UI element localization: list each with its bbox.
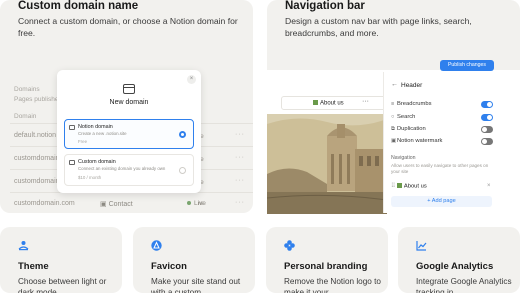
- card-description: Design a custom nav bar with page links,…: [285, 16, 472, 38]
- branding-icon: [284, 240, 295, 251]
- watermark-toggle[interactable]: [481, 138, 493, 145]
- navigation-section-description: Allow users to easily navigate to other …: [391, 163, 489, 174]
- domain-column-header: Domain: [14, 113, 37, 120]
- feature-card-favicon: Favicon Make your site stand out with a …: [133, 227, 255, 293]
- domain-row[interactable]: customdomain.com: [14, 200, 75, 207]
- feature-card-theme: Theme Choose between light or dark mode: [0, 227, 122, 293]
- close-icon[interactable]: ×: [187, 75, 196, 84]
- notion-domain-option[interactable]: Notion domain Create a new .notion.site …: [64, 119, 194, 149]
- live-dot-icon: [187, 201, 191, 206]
- option-price: $10 / month: [78, 175, 102, 180]
- domain-row[interactable]: default.notion: [14, 132, 56, 139]
- more-icon[interactable]: ···: [235, 131, 245, 138]
- venice-painting-image: [267, 114, 387, 214]
- radio-unselected[interactable]: [179, 167, 186, 174]
- feature-title: Favicon: [151, 261, 187, 272]
- feature-card-personal-branding: Personal branding Remove the Notion logo…: [266, 227, 388, 293]
- duplication-toggle[interactable]: [481, 126, 493, 133]
- nav-link-label: About us: [320, 100, 344, 107]
- more-icon[interactable]: ···: [362, 98, 369, 105]
- link-icon: [69, 160, 75, 165]
- feature-description: Remove the Notion logo to make it your: [284, 277, 381, 293]
- custom-domain-option[interactable]: Custom domain Connect an existing domain…: [64, 154, 194, 186]
- toggle-row-watermark: ▣Notion watermark: [391, 138, 442, 144]
- back-arrow-icon[interactable]: ←: [391, 81, 398, 88]
- feature-title: Theme: [18, 261, 49, 272]
- nav-link-about-us[interactable]: About us: [313, 100, 344, 107]
- more-icon[interactable]: ···: [235, 199, 245, 206]
- nav-item-about-us[interactable]: ⠿ About us: [391, 183, 427, 190]
- feature-description: Choose between light or dark mode: [18, 277, 107, 293]
- toggle-label: Breadcrumbs: [397, 101, 432, 107]
- toggle-row-duplication: ⧉ Duplication: [391, 126, 426, 133]
- toggle-label: Notion watermark: [397, 138, 443, 144]
- analytics-icon: [416, 241, 427, 251]
- card-description: Connect a custom domain, or choose a Not…: [18, 16, 238, 38]
- theme-icon: [18, 241, 29, 251]
- option-label: Notion domain: [78, 124, 113, 130]
- favicon-icon: [151, 240, 162, 251]
- option-subtitle: Connect an existing domain you already o…: [78, 166, 166, 171]
- more-icon[interactable]: ···: [235, 154, 245, 161]
- breadcrumbs-toggle[interactable]: [481, 101, 493, 108]
- new-domain-modal: × New domain Notion domain Create a new …: [57, 70, 201, 193]
- page-icon: [396, 183, 402, 188]
- feature-card-google-analytics: Google Analytics Integrate Google Analyt…: [398, 227, 520, 293]
- navigation-section-label: Navigation: [391, 155, 416, 161]
- panel-title: Header: [401, 82, 423, 89]
- option-subtitle: Create a new .notion.site: [78, 131, 127, 136]
- feature-title: Personal branding: [284, 261, 368, 272]
- row-suffix: re: [198, 200, 204, 207]
- more-icon[interactable]: ···: [235, 177, 245, 184]
- domains-header: Domains: [14, 86, 40, 93]
- page-link[interactable]: ▣ Contact: [100, 200, 133, 208]
- page-icon: ▣: [100, 201, 109, 208]
- option-label: Custom domain: [78, 159, 116, 165]
- option-price: Free: [78, 139, 88, 144]
- nav-item-label: About us: [403, 183, 427, 190]
- feature-description: Make your site stand out with a custom: [151, 277, 241, 293]
- card-title: Custom domain name: [18, 0, 139, 12]
- toggle-label: Duplication: [397, 126, 426, 132]
- add-page-button[interactable]: + Add page: [391, 196, 492, 207]
- custom-domain-card: Custom domain name Connect a custom doma…: [0, 0, 253, 213]
- page-label: Contact: [108, 201, 133, 208]
- feature-description: Integrate Google Analytics tracking in: [416, 277, 512, 293]
- modal-title: New domain: [109, 99, 149, 106]
- domain-row[interactable]: customdomain: [14, 178, 60, 185]
- card-title: Navigation bar: [285, 0, 365, 12]
- radio-selected[interactable]: [179, 131, 186, 138]
- domain-row[interactable]: customdomain: [14, 155, 60, 162]
- search-toggle[interactable]: [481, 114, 493, 121]
- toggle-row-search: ○ Search: [391, 114, 415, 120]
- page-icon: [313, 100, 318, 105]
- painting-illustration: [267, 114, 387, 214]
- remove-icon[interactable]: ×: [487, 183, 491, 189]
- feature-title: Google Analytics: [416, 261, 494, 272]
- globe-icon: [69, 125, 75, 130]
- toggle-row-breadcrumbs: ≡ Breadcrumbs: [391, 101, 431, 107]
- toggle-label: Search: [397, 114, 416, 120]
- publish-changes-button[interactable]: Publish changes: [440, 60, 494, 71]
- browser-icon: [123, 84, 135, 94]
